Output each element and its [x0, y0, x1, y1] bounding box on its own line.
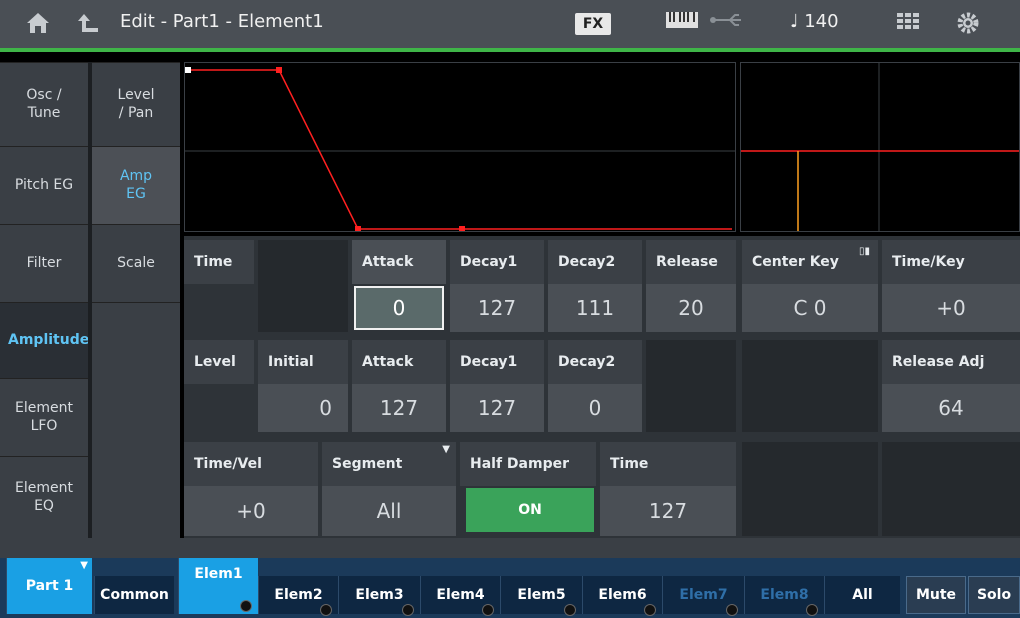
time-empty-cell — [258, 240, 348, 332]
release-adj-value[interactable]: 64 — [882, 384, 1020, 432]
decay2-level-value[interactable]: 0 — [548, 384, 642, 432]
decay2-time-label: Decay2 — [548, 240, 642, 284]
empty-cell-level-6 — [742, 340, 878, 432]
elem-status-dot — [564, 604, 576, 616]
return-icon[interactable] — [72, 10, 104, 38]
decay1-time-value[interactable]: 127 — [450, 284, 544, 332]
tab-common[interactable]: Common — [94, 576, 174, 614]
elem-status-dot — [320, 604, 332, 616]
decay1-time-label: Decay1 — [450, 240, 544, 284]
tab-elem7[interactable]: Elem7 — [662, 576, 744, 616]
elem-status-dot — [726, 604, 738, 616]
center-key-value[interactable]: C 0 — [742, 284, 878, 332]
level-row-label: Level — [184, 340, 254, 384]
attack-time-label: Attack — [352, 240, 446, 284]
menu-amplitude[interactable]: Amplitude — [0, 302, 89, 378]
tab-elem2[interactable]: Elem2 — [258, 576, 338, 616]
bottom-strip — [0, 538, 1020, 558]
elem-status-dot — [240, 600, 252, 612]
dropdown-icon: ▼ — [80, 560, 88, 571]
half-damper-toggle[interactable]: ON — [466, 488, 594, 532]
segment-label: Segment ▼ — [322, 442, 456, 486]
menu-empty — [92, 302, 180, 538]
center-key-label: Center Key ▯▮ — [742, 240, 878, 284]
key-toggle-icon: ▯▮ — [858, 246, 870, 257]
title-bar-accent — [0, 48, 1020, 52]
center-key-graph — [740, 62, 1020, 232]
decay2-level-label: Decay2 — [548, 340, 642, 384]
time-key-value[interactable]: +0 — [882, 284, 1020, 332]
tab-elem5[interactable]: Elem5 — [500, 576, 582, 616]
initial-level-label: Initial — [258, 340, 348, 384]
time-vel-value[interactable]: +0 — [184, 486, 318, 536]
tempo-display[interactable]: ♩ 140 — [790, 11, 839, 32]
menu-pitch-eg[interactable]: Pitch EG — [0, 146, 88, 224]
home-icon[interactable] — [22, 10, 54, 38]
decay1-level-value[interactable]: 127 — [450, 384, 544, 432]
usb-icon — [706, 10, 746, 38]
empty-cell-level-5 — [646, 340, 736, 432]
segment-value[interactable]: All — [322, 486, 456, 536]
decay1-level-label: Decay1 — [450, 340, 544, 384]
solo-button[interactable]: Solo — [968, 576, 1020, 614]
release-time-value[interactable]: 20 — [646, 284, 736, 332]
decay2-time-value[interactable]: 111 — [548, 284, 642, 332]
tab-all[interactable]: All — [824, 576, 900, 614]
hd-time-label: Time — [600, 442, 736, 486]
hd-time-value[interactable]: 127 — [600, 486, 736, 536]
keyboard-icon — [662, 10, 702, 38]
tab-elem3[interactable]: Elem3 — [338, 576, 420, 616]
empty-cell-row3-5 — [742, 442, 878, 536]
menu-element-lfo[interactable]: Element LFO — [0, 378, 88, 456]
tab-elem6[interactable]: Elem6 — [582, 576, 662, 616]
menu-element-eq[interactable]: Element EQ — [0, 456, 88, 538]
menu-osc-tune[interactable]: Osc / Tune — [0, 62, 88, 146]
elem-status-dot — [402, 604, 414, 616]
tab-part-1[interactable]: Part 1 ▼ — [6, 558, 92, 614]
gear-icon[interactable] — [952, 10, 984, 38]
tab-elem1[interactable]: Elem1 — [178, 558, 258, 614]
amp-eg-graph — [184, 62, 736, 232]
elem-status-dot — [482, 604, 494, 616]
release-time-label: Release — [646, 240, 736, 284]
initial-level-value[interactable]: 0 — [258, 384, 348, 432]
elem-status-dot — [644, 604, 656, 616]
time-key-label: Time/Key — [882, 240, 1020, 284]
tab-elem8[interactable]: Elem8 — [744, 576, 824, 616]
mute-button[interactable]: Mute — [906, 576, 966, 614]
menu-amp-eg[interactable]: Amp EG — [92, 146, 180, 224]
half-damper-label: Half Damper — [460, 442, 596, 486]
attack-time-value[interactable]: 0 — [354, 286, 444, 330]
tab-elem4[interactable]: Elem4 — [420, 576, 500, 616]
empty-cell-row3-6 — [882, 442, 1020, 536]
menu-level-pan[interactable]: Level / Pan — [92, 62, 180, 146]
menu-filter[interactable]: Filter — [0, 224, 88, 302]
page-title: Edit - Part1 - Element1 — [120, 11, 324, 32]
time-vel-label: Time/Vel — [184, 442, 318, 486]
menu-scale[interactable]: Scale — [92, 224, 180, 302]
elem-status-dot — [806, 604, 818, 616]
attack-level-value[interactable]: 127 — [352, 384, 446, 432]
attack-level-label: Attack — [352, 340, 446, 384]
dropdown-icon: ▼ — [442, 444, 450, 455]
release-adj-label: Release Adj — [882, 340, 1020, 384]
grid-icon[interactable] — [892, 10, 924, 38]
time-row-label: Time — [184, 240, 254, 284]
fx-badge[interactable]: FX — [575, 13, 611, 35]
